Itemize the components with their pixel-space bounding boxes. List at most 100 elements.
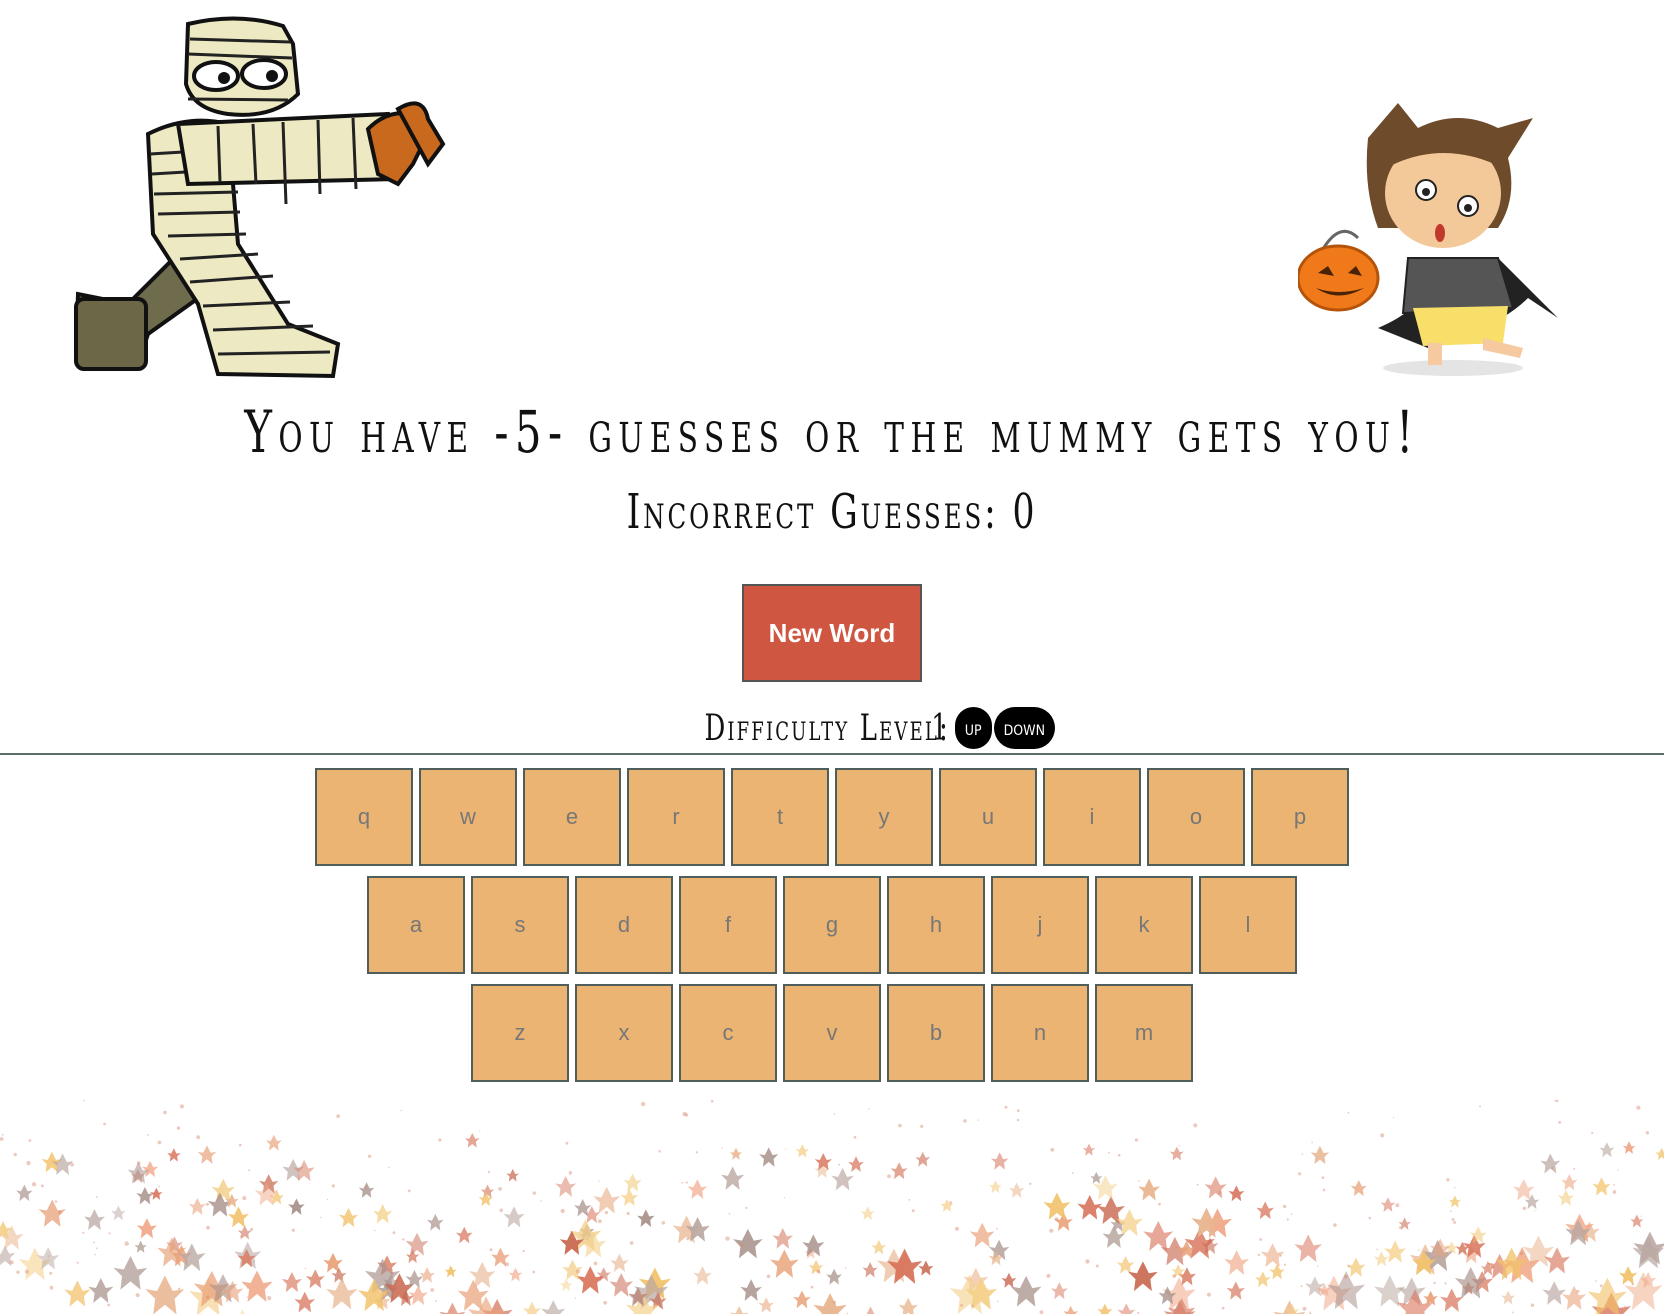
leaf [593, 1186, 621, 1214]
difficulty-down-button[interactable]: down [993, 707, 1056, 749]
leaf [813, 1293, 847, 1314]
leaf [1448, 1195, 1461, 1208]
leaf [281, 1272, 302, 1293]
key-l[interactable]: l [1199, 876, 1297, 974]
leaf-speck [1479, 1105, 1482, 1108]
leaf [84, 1209, 105, 1231]
leaf-speck [196, 1135, 201, 1140]
key-x[interactable]: x [575, 984, 673, 1082]
leaf-speck [1259, 1238, 1262, 1241]
key-p[interactable]: p [1251, 768, 1349, 866]
key-w[interactable]: w [419, 768, 517, 866]
leaf [808, 1259, 824, 1275]
leaf-speck [1085, 1259, 1090, 1264]
key-r[interactable]: r [627, 768, 725, 866]
leaf-speck [1576, 1289, 1580, 1293]
leaf-speck [1302, 1306, 1307, 1311]
leaf-speck [40, 1184, 44, 1188]
leaf-speck [498, 1187, 502, 1191]
leaf-speck [920, 1124, 924, 1128]
leaf [1097, 1303, 1113, 1314]
leaf-speck [267, 1296, 272, 1301]
leaf [559, 1278, 573, 1292]
leaf-speck [392, 1231, 396, 1235]
difficulty-up-button[interactable]: up [954, 707, 992, 749]
leaf-speck [532, 1270, 536, 1274]
leaf-speck [1322, 1188, 1326, 1192]
leaf-speck [1004, 1105, 1008, 1109]
key-a[interactable]: a [367, 876, 465, 974]
key-z[interactable]: z [471, 984, 569, 1082]
leaf-speck [1624, 1305, 1626, 1307]
leaf [969, 1222, 995, 1248]
leaf-speck [400, 1109, 403, 1112]
leaf-speck [1469, 1252, 1473, 1255]
leaf-speck [816, 1269, 820, 1274]
key-d[interactable]: d [575, 876, 673, 974]
leaf-speck [499, 1208, 504, 1213]
key-e[interactable]: e [523, 768, 621, 866]
guesses-remaining-heading: You have -5- guesses or the mummy gets y… [244, 398, 1420, 466]
key-s[interactable]: s [471, 876, 569, 974]
leaf [915, 1151, 931, 1167]
leaf-speck [1522, 1206, 1527, 1211]
leaf-speck [93, 1241, 95, 1244]
leaf [439, 1302, 466, 1314]
leaf [16, 1184, 33, 1202]
key-c[interactable]: c [679, 984, 777, 1082]
leaf [623, 1173, 642, 1192]
key-q[interactable]: q [315, 768, 413, 866]
leaf [890, 1162, 908, 1180]
leaf [1622, 1141, 1636, 1154]
leaf-speck [450, 1309, 453, 1312]
leaf-speck [853, 1135, 857, 1139]
leaf [770, 1249, 799, 1279]
key-n[interactable]: n [991, 984, 1089, 1082]
key-g[interactable]: g [783, 876, 881, 974]
leaf-speck [626, 1211, 630, 1216]
leaf-speck [26, 1160, 31, 1166]
leaf [759, 1147, 779, 1167]
key-m[interactable]: m [1095, 984, 1193, 1082]
leaf-speck [157, 1140, 162, 1145]
key-v[interactable]: v [783, 984, 881, 1082]
key-u[interactable]: u [939, 768, 1037, 866]
leaf-speck [47, 1255, 50, 1258]
leaf [1204, 1176, 1227, 1199]
leaf [1050, 1282, 1068, 1300]
leaf-speck [1286, 1218, 1289, 1221]
key-b[interactable]: b [887, 984, 985, 1082]
key-t[interactable]: t [731, 768, 829, 866]
leaf-speck [1591, 1131, 1594, 1134]
leaf [1254, 1271, 1271, 1288]
leaf-speck [1380, 1133, 1385, 1138]
leaf [111, 1205, 126, 1221]
leaf-speck [745, 1206, 748, 1209]
leaf [720, 1166, 745, 1190]
key-o[interactable]: o [1147, 768, 1245, 866]
key-h[interactable]: h [887, 876, 985, 974]
key-i[interactable]: i [1043, 768, 1141, 866]
leaf-speck [960, 1304, 963, 1307]
key-j[interactable]: j [991, 876, 1089, 974]
leaf [990, 1152, 1009, 1170]
leaf-speck [1444, 1282, 1447, 1285]
leaf [338, 1207, 359, 1228]
leaf-speck [82, 1231, 85, 1234]
leaf-speck [1016, 1109, 1020, 1113]
leaf-speck [1433, 1281, 1436, 1285]
key-k[interactable]: k [1095, 876, 1193, 974]
new-word-button[interactable]: New Word [742, 584, 922, 682]
key-f[interactable]: f [679, 876, 777, 974]
leaf-speck [388, 1166, 390, 1169]
leaf-speck [1446, 1178, 1450, 1182]
leaf-speck [1290, 1213, 1293, 1215]
leaf [609, 1273, 634, 1297]
leaf-speck [242, 1259, 245, 1262]
leaf-speck [572, 1235, 575, 1239]
leaf-speck [1029, 1182, 1032, 1185]
leaf-speck [240, 1235, 243, 1238]
key-y[interactable]: y [835, 768, 933, 866]
leaf-speck [1300, 1285, 1303, 1288]
leaf-speck [1138, 1180, 1140, 1182]
